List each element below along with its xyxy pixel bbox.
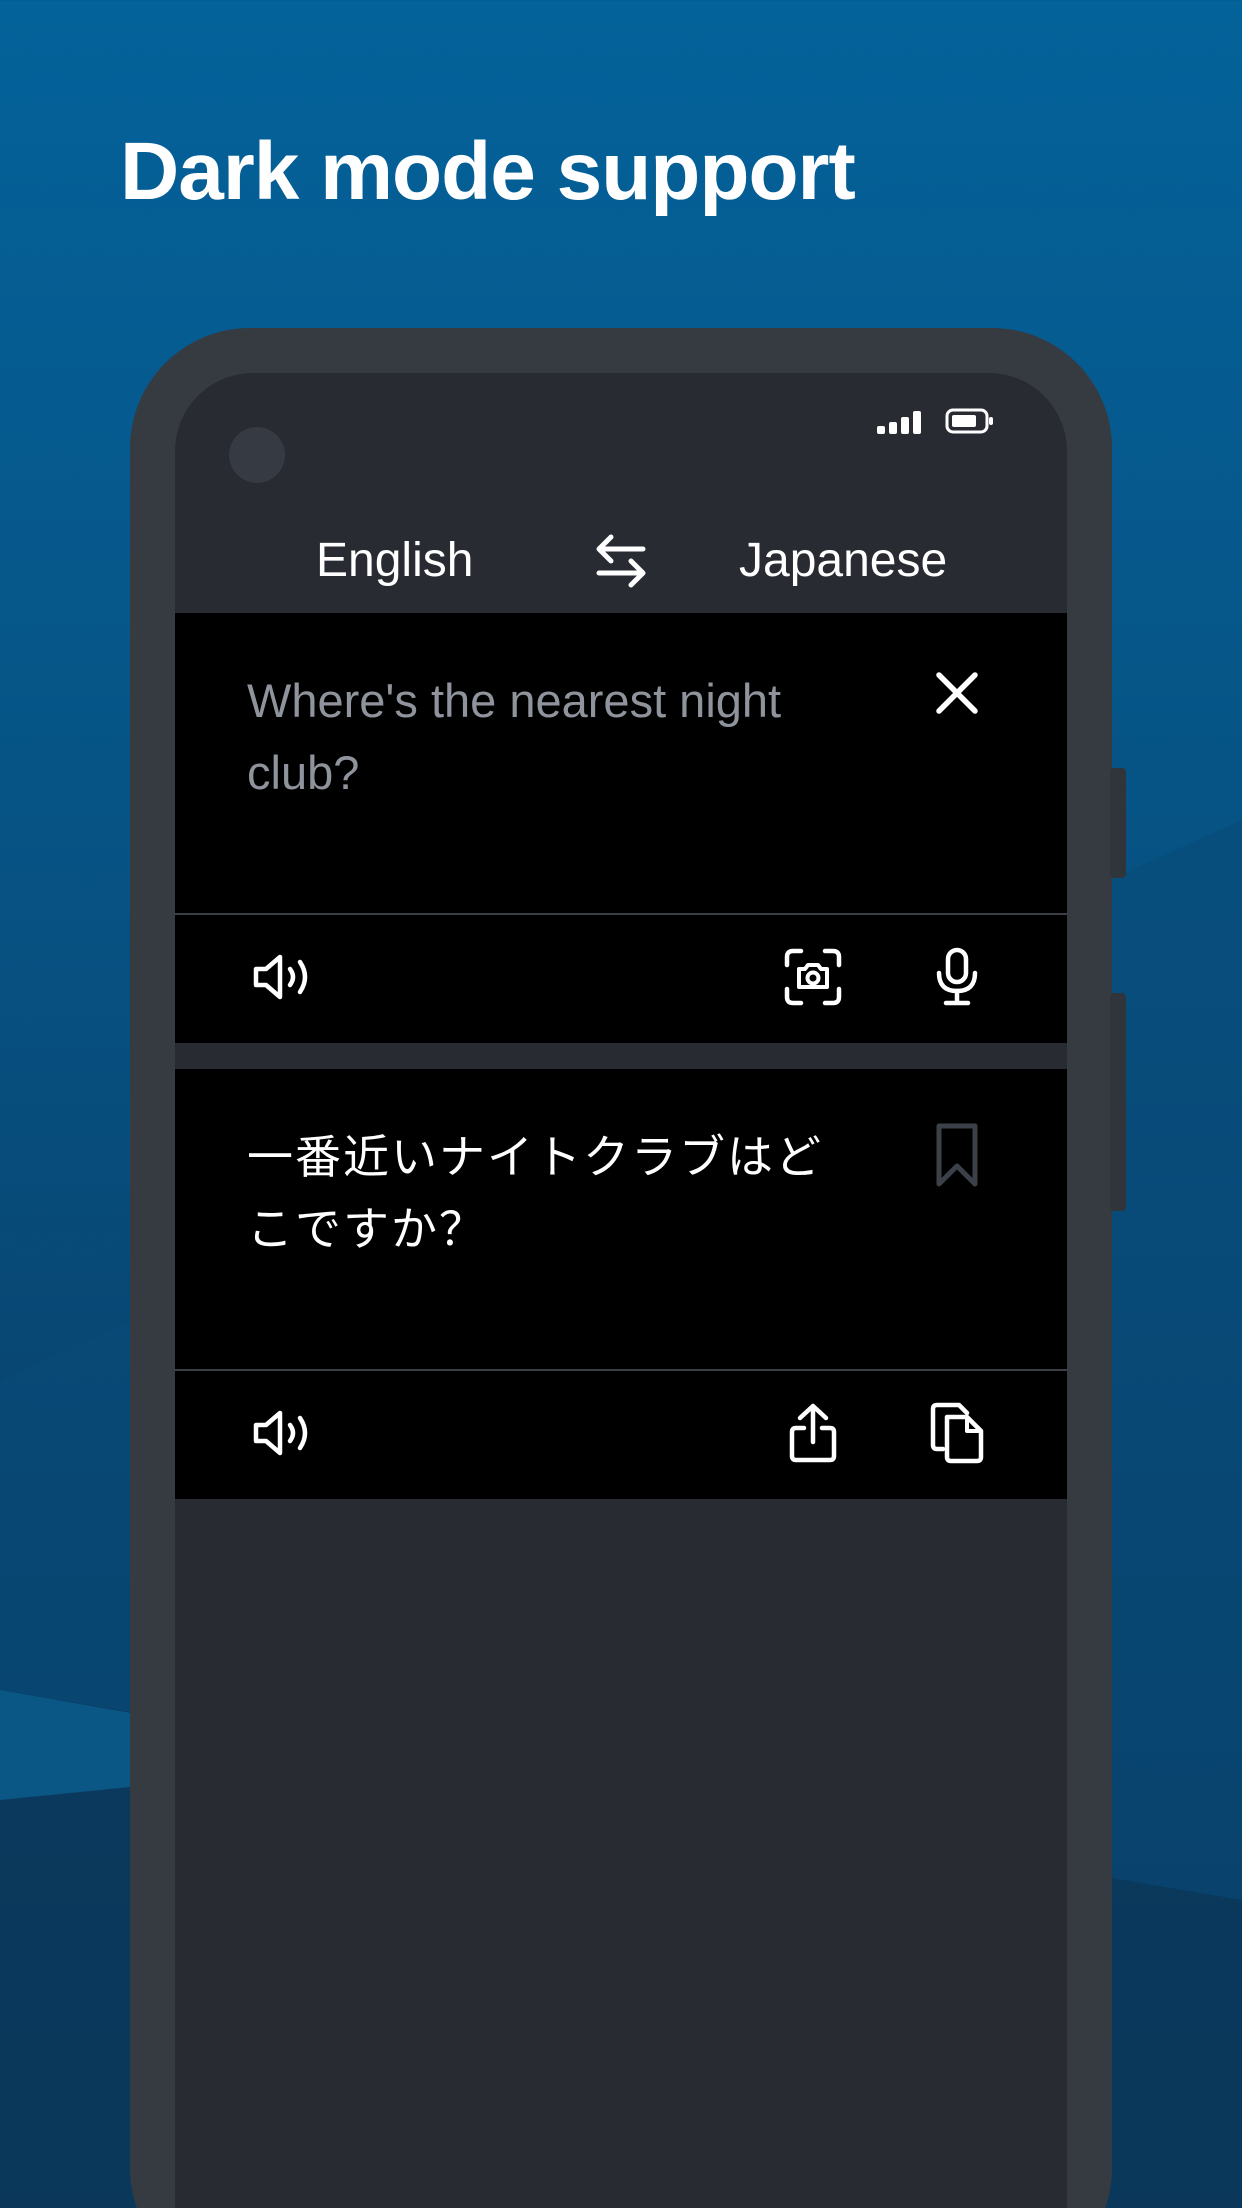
speaker-icon	[252, 1408, 318, 1463]
source-language-button[interactable]: English	[316, 531, 473, 591]
headline: Dark mode support	[120, 126, 856, 217]
source-text-input[interactable]: Where's the nearest night club?	[247, 665, 867, 809]
front-camera	[229, 427, 285, 483]
phone-side-button	[1110, 768, 1126, 878]
camera-translate-button[interactable]	[773, 939, 853, 1019]
battery-icon	[945, 408, 995, 439]
target-language-button[interactable]: Japanese	[739, 531, 947, 591]
share-icon	[788, 1402, 838, 1469]
translation-toolbar	[175, 1371, 1067, 1499]
copy-button[interactable]	[917, 1395, 997, 1475]
speaker-icon	[252, 952, 318, 1007]
clear-text-button[interactable]	[917, 655, 997, 735]
signal-icon	[877, 408, 923, 439]
phone-volume-button	[1110, 993, 1126, 1211]
swap-arrows-icon	[593, 534, 649, 597]
translation-text: 一番近いナイトクラブはどこですか？	[247, 1130, 823, 1256]
speak-source-button[interactable]	[245, 939, 325, 1019]
close-icon	[933, 669, 981, 722]
copy-icon	[929, 1401, 985, 1470]
source-toolbar	[175, 915, 1067, 1043]
translation-panel: 一番近いナイトクラブはどこですか？	[175, 1069, 1067, 1369]
status-bar	[877, 408, 995, 439]
microphone-icon	[934, 947, 980, 1012]
swap-languages-button[interactable]	[593, 529, 649, 593]
source-text-panel: Where's the nearest night club?	[175, 613, 1067, 913]
microphone-button[interactable]	[917, 939, 997, 1019]
speak-translation-button[interactable]	[245, 1395, 325, 1475]
phone-screen: English Japanese Where's the nearest nig…	[175, 373, 1067, 2208]
share-button[interactable]	[773, 1395, 853, 1475]
bookmark-icon	[935, 1122, 979, 1193]
language-bar: English Japanese	[175, 503, 1067, 623]
camera-scan-icon	[783, 947, 843, 1012]
bookmark-button[interactable]	[917, 1117, 997, 1197]
phone-frame: English Japanese Where's the nearest nig…	[130, 328, 1126, 2208]
